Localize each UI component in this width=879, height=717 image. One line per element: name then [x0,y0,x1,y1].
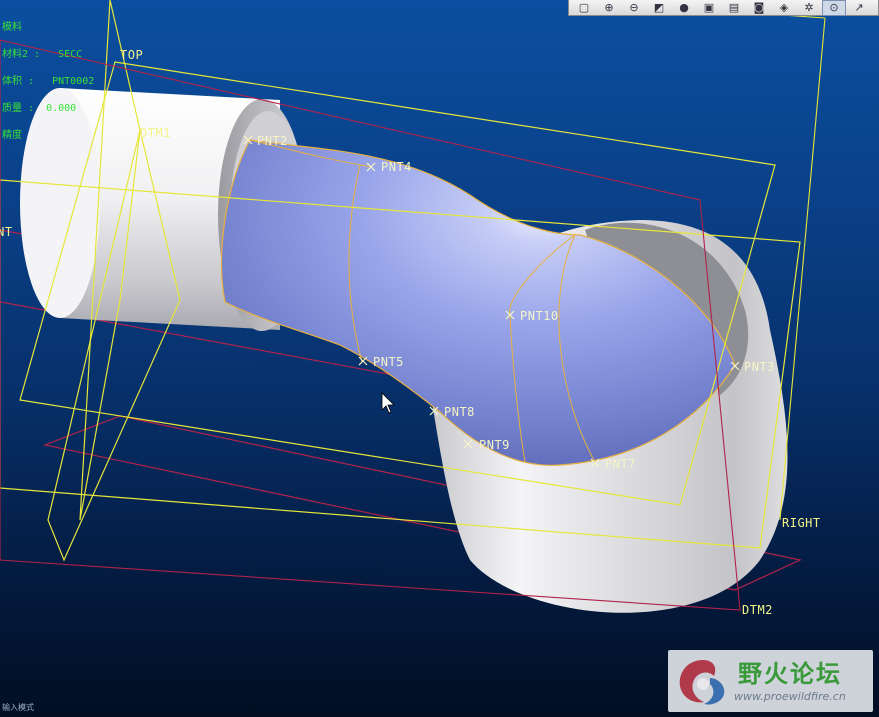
view-toolbar: ▢ ⊕ ⊖ ◩ ● ▣ ▤ ◙ ◈ ✲ ⊙ ↗ [568,0,879,16]
refit-icon[interactable]: ▢ [573,1,595,15]
datum-display-icon[interactable]: ⊙ [822,0,846,16]
extra-tool-icon[interactable]: ↗ [848,1,870,15]
info-line-3: 体积 : PNT0002 [2,76,95,87]
point-label-pnt10: PNT10 [520,309,559,323]
forum-logo-icon [679,660,725,705]
mouse-cursor-icon [381,392,395,414]
datum-label-top[interactable]: TOP [120,48,143,62]
point-label-pnt5: PNT5 [373,355,404,369]
datum-label-right[interactable]: RIGHT [782,516,821,530]
model-scene[interactable]: TOP DTM1 RIGHT DTM2 FRONT PNT2 PNT4 PNT1… [0,0,879,717]
model-viewport[interactable]: TOP DTM1 RIGHT DTM2 FRONT PNT2 PNT4 PNT1… [0,0,879,717]
orient-icon[interactable]: ◈ [773,1,795,15]
info-line-1: 模料 [2,22,22,33]
screenshot-icon[interactable]: ◙ [748,1,770,15]
datum-label-dtm2[interactable]: DTM2 [742,603,773,617]
point-label-pnt3: PNT3 [744,360,775,374]
point-label-pnt9: PNT9 [479,438,510,452]
point-label-pnt7: PNT7 [605,457,636,471]
zoom-out-icon[interactable]: ⊖ [623,1,645,15]
point-label-pnt2: PNT2 [257,134,288,148]
info-line-4: 质量 : 0.000 [2,103,77,114]
info-line-2: 材料2 : SECC [2,49,83,60]
info-line-5: 精度 [2,130,22,141]
shading-icon[interactable]: ● [673,1,695,15]
datum-label-dtm1[interactable]: DTM1 [140,126,171,140]
zoom-in-icon[interactable]: ⊕ [598,1,620,15]
view-manager-icon[interactable]: ▤ [723,1,745,15]
blue-transition-surface[interactable] [221,139,736,466]
watermark-title: 野火论坛 [738,660,842,688]
watermark-url: www.proewildfire.cn [734,690,846,703]
status-line: 输入模式 [2,703,34,712]
point-label-pnt4: PNT4 [381,160,412,174]
watermark: 野火论坛 www.proewildfire.cn [668,650,873,712]
datum-label-front[interactable]: FRONT [0,225,13,239]
saved-views-icon[interactable]: ▣ [698,1,720,15]
spin-center-icon[interactable]: ✲ [798,1,820,15]
repaint-icon[interactable]: ◩ [648,1,670,15]
model-info-panel: 模料 材料2 : SECC 体积 : PNT0002 质量 : 0.000 精度 [2,14,94,149]
point-label-pnt8: PNT8 [444,405,475,419]
